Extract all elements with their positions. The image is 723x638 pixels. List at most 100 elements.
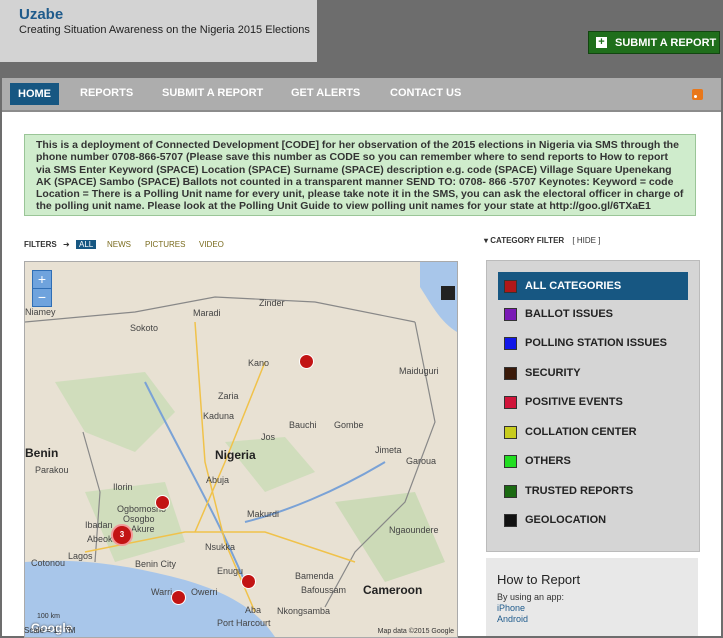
country-label: Benin (25, 446, 59, 460)
category-collation-center[interactable]: COLLATION CENTER (498, 420, 688, 444)
nav-home[interactable]: HOME (10, 83, 59, 105)
place-label: Benin City (135, 559, 177, 569)
place-label: Port Harcourt (217, 618, 271, 628)
category-label: BALLOT ISSUES (525, 308, 614, 320)
how-to-report-subtitle: By using an app: (497, 592, 565, 602)
filter-news[interactable]: NEWS (107, 240, 131, 249)
category-polling-station-issues[interactable]: POLLING STATION ISSUES (498, 331, 688, 355)
category-swatch (504, 336, 517, 350)
category-label: SECURITY (525, 367, 581, 379)
iphone-link[interactable]: iPhone (497, 603, 525, 613)
filter-pictures[interactable]: PICTURES (145, 240, 185, 249)
place-label: Makurdi (247, 509, 280, 519)
category-geolocation[interactable]: GEOLOCATION (498, 508, 688, 532)
category-label: TRUSTED REPORTS (525, 485, 634, 497)
place-label: Aba (245, 605, 262, 615)
report-marker[interactable] (241, 574, 256, 589)
country-label: Nigeria (215, 448, 256, 462)
place-label: Cotonou (31, 558, 66, 568)
nav-get-alerts[interactable]: GET ALERTS (291, 87, 360, 99)
brand-header: Uzabe Creating Situation Awareness on th… (0, 0, 317, 62)
category-label: COLLATION CENTER (525, 426, 637, 438)
deployment-notice: This is a deployment of Connected Develo… (24, 134, 696, 216)
report-cluster[interactable]: 3 (111, 524, 133, 546)
category-all[interactable]: ALL CATEGORIES (498, 272, 688, 300)
place-label: Parakou (35, 465, 69, 475)
category-filter-label[interactable]: CATEGORY FILTER (490, 236, 564, 245)
place-label: Ibadan (85, 520, 113, 530)
report-marker[interactable] (155, 495, 170, 510)
category-swatch (504, 366, 517, 380)
filters-label: FILTERS (24, 240, 57, 249)
reports-map[interactable]: + − Benin Nigeria Cameroon Niamey Maradi… (24, 261, 458, 638)
zoom-control: + − (32, 270, 52, 307)
main-page: HOME REPORTS SUBMIT A REPORT GET ALERTS … (2, 78, 721, 638)
filter-all[interactable]: ALL (76, 240, 97, 249)
android-link[interactable]: Android (497, 614, 528, 624)
place-label: Garoua (406, 456, 437, 466)
category-swatch (504, 307, 517, 321)
hide-link[interactable]: [ HIDE ] (572, 236, 600, 245)
arrow-right-icon: ➜ (63, 240, 70, 249)
site-title[interactable]: Uzabe (19, 6, 63, 23)
rss-icon[interactable] (692, 89, 703, 100)
map-credit: Map data ©2015 Google (377, 628, 454, 635)
place-label: Gombe (334, 420, 364, 430)
nav-submit-report[interactable]: SUBMIT A REPORT (162, 87, 263, 99)
country-label: Cameroon (363, 583, 423, 597)
category-filter-header: ▾ CATEGORY FILTER [ HIDE ] (484, 236, 600, 245)
layers-icon[interactable] (441, 286, 455, 300)
place-label: Niamey (25, 307, 56, 317)
nav-contact-us[interactable]: CONTACT US (390, 87, 461, 99)
report-marker[interactable] (299, 354, 314, 369)
report-marker[interactable] (171, 590, 186, 605)
place-label: Bamenda (295, 571, 334, 581)
place-label: Bauchi (289, 420, 317, 430)
category-label: GEOLOCATION (525, 514, 607, 526)
map-scale-bar: 100 km (37, 613, 60, 620)
place-label: Ilorin (113, 482, 133, 492)
place-label: Maiduguri (399, 366, 439, 376)
place-label: Enugu (217, 566, 244, 576)
place-label: Lagos (68, 551, 93, 561)
place-label: Kano (248, 358, 270, 368)
category-swatch (504, 425, 517, 439)
zoom-out-button[interactable]: − (33, 289, 51, 306)
place-label: Kaduna (203, 411, 235, 421)
category-trusted-reports[interactable]: TRUSTED REPORTS (498, 479, 688, 503)
map-scale-text: Scale = 1 : 7M (24, 626, 76, 635)
category-label: OTHERS (525, 455, 571, 467)
site-tagline: Creating Situation Awareness on the Nige… (19, 24, 310, 36)
category-security[interactable]: SECURITY (498, 361, 688, 385)
submit-report-label: SUBMIT A REPORT (615, 36, 717, 49)
category-ballot-issues[interactable]: BALLOT ISSUES (498, 302, 688, 326)
category-swatch (504, 279, 517, 293)
place-label: Jos (261, 432, 276, 442)
place-label: Warri (151, 587, 173, 597)
category-others[interactable]: OTHERS (498, 449, 688, 473)
place-label: Ngaoundere (389, 525, 439, 535)
nav-reports[interactable]: REPORTS (80, 87, 133, 99)
place-label: Owerri (191, 587, 218, 597)
place-label: Nsukka (205, 542, 236, 552)
place-label: Abuja (206, 475, 230, 485)
category-label: POSITIVE EVENTS (525, 396, 623, 408)
main-nav: HOME REPORTS SUBMIT A REPORT GET ALERTS … (2, 78, 721, 112)
category-swatch (504, 454, 517, 468)
category-positive-events[interactable]: POSITIVE EVENTS (498, 390, 688, 414)
place-label: Akure (131, 524, 155, 534)
submit-report-button[interactable]: + SUBMIT A REPORT (588, 31, 720, 54)
place-label: Maradi (193, 308, 221, 318)
zoom-in-button[interactable]: + (33, 271, 51, 289)
place-label: Jimeta (375, 445, 402, 455)
filter-video[interactable]: VIDEO (199, 240, 224, 249)
category-label: ALL CATEGORIES (525, 280, 622, 292)
category-label: POLLING STATION ISSUES (525, 337, 667, 349)
category-swatch (504, 395, 517, 409)
category-swatch (504, 513, 517, 527)
plus-icon: + (596, 37, 607, 48)
place-label: Nkongsamba (277, 606, 331, 616)
place-label: Zinder (259, 298, 285, 308)
how-to-report-title: How to Report (497, 572, 581, 587)
how-to-report: How to Report By using an app: iPhone An… (486, 558, 698, 636)
